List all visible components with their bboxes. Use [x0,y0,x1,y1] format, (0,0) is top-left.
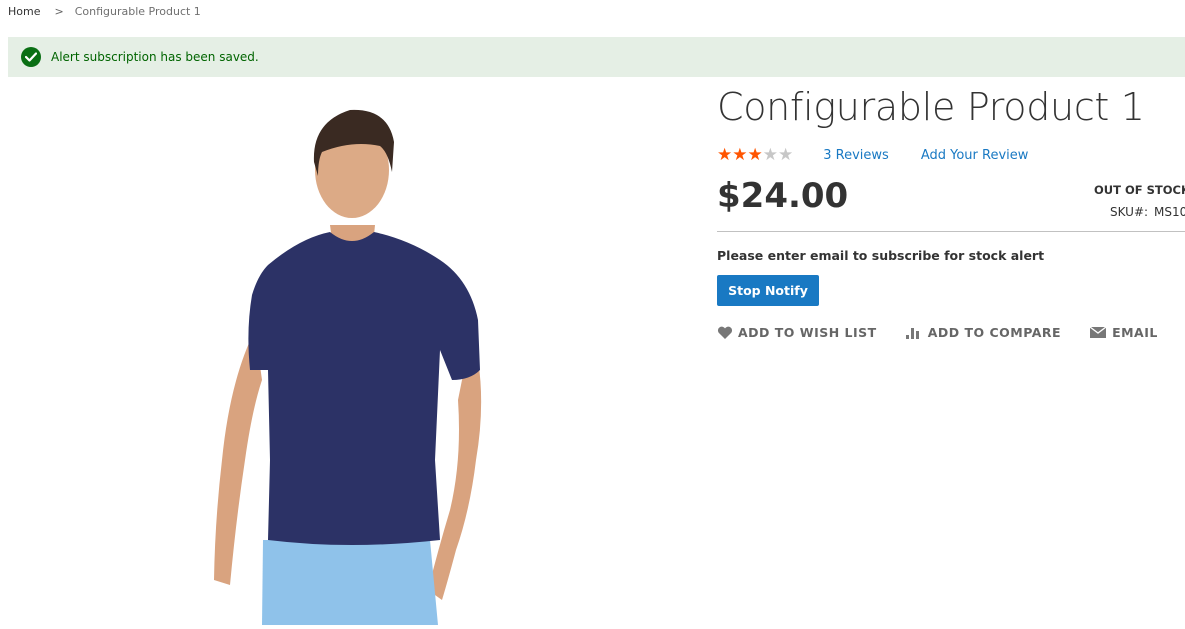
add-to-compare-link[interactable]: ADD TO COMPARE [905,325,1061,340]
reviews-link[interactable]: 3 Reviews [823,148,889,163]
star-empty-icon: ★ [778,145,794,165]
stop-notify-button[interactable]: Stop Notify [717,275,819,306]
email-link[interactable]: EMAIL [1089,325,1158,340]
star-filled-icon: ★ [717,145,733,165]
star-empty-icon: ★ [762,145,778,165]
product-rating: ★ ★ ★ ★ ★ 3 Reviews Add Your Review [717,145,1028,165]
breadcrumb-separator-icon: > [54,5,64,18]
heart-icon [717,326,733,339]
success-message: Alert subscription has been saved. [8,37,1185,77]
add-review-link[interactable]: Add Your Review [921,148,1029,163]
stock-alert-prompt: Please enter email to subscribe for stoc… [717,248,1045,263]
compare-label: ADD TO COMPARE [927,325,1062,340]
check-circle-icon [21,47,41,67]
product-price: $24.00 [717,176,849,216]
product-title: Configurable Product 1 [717,85,1145,129]
sku-label: SKU#: [1110,205,1149,219]
divider [717,231,1185,232]
compare-bars-icon [905,327,919,339]
email-label: EMAIL [1112,325,1158,340]
envelope-icon [1089,326,1107,338]
product-sku: SKU#: MS10 [1110,205,1185,219]
success-message-text: Alert subscription has been saved. [51,50,259,64]
breadcrumb-home-link[interactable]: Home [8,5,40,18]
star-filled-icon: ★ [747,145,763,165]
breadcrumb: Home > Configurable Product 1 [8,5,201,18]
product-image[interactable] [0,80,700,625]
add-to-wishlist-link[interactable]: ADD TO WISH LIST [717,325,877,340]
star-filled-icon: ★ [732,145,748,165]
product-actions: ADD TO WISH LIST ADD TO COMPARE EMAIL [717,325,1158,340]
sku-value: MS10 [1154,205,1185,219]
breadcrumb-current: Configurable Product 1 [74,5,201,18]
stock-status: OUT OF STOCK [1094,183,1185,197]
wishlist-label: ADD TO WISH LIST [738,325,877,340]
rating-stars: ★ ★ ★ ★ ★ [717,145,793,165]
